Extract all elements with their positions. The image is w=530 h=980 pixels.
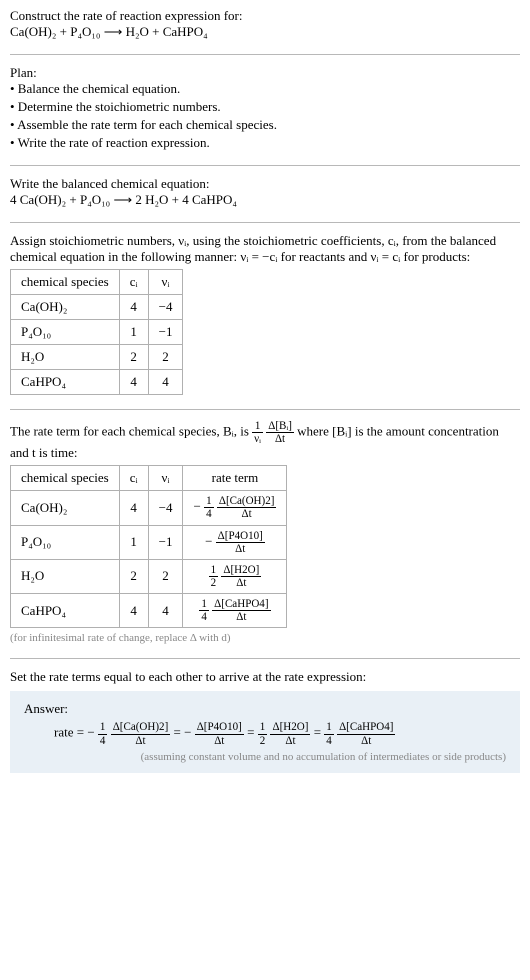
rate-footnote: (for infinitesimal rate of change, repla…: [10, 632, 520, 644]
col-header: rate term: [183, 466, 287, 491]
cell-species: Ca(OH)₂: [11, 295, 120, 320]
col-header: cᵢ: [119, 270, 148, 295]
table-row: CaHPO₄ 4 4 14 Δ[CaHPO4]Δt: [11, 594, 287, 628]
table-row: P₄O₁₀ 1 −1: [11, 320, 183, 345]
cell-species: H₂O: [11, 345, 120, 370]
cell-v: 4: [148, 594, 183, 628]
col-header: chemical species: [11, 270, 120, 295]
rate-intro: The rate term for each chemical species,…: [10, 420, 520, 461]
cell-v: 2: [148, 345, 183, 370]
plan-list: • Balance the chemical equation. • Deter…: [10, 81, 520, 151]
stoich-intro: Assign stoichiometric numbers, νᵢ, using…: [10, 233, 520, 265]
plan-section: Plan: • Balance the chemical equation. •…: [10, 65, 520, 151]
cell-c: 4: [119, 594, 148, 628]
divider: [10, 54, 520, 55]
table-row: H₂O 2 2: [11, 345, 183, 370]
header-equation: Ca(OH)₂ + P₄O₁₀ ⟶ H₂O + CaHPO₄: [10, 24, 520, 40]
divider: [10, 658, 520, 659]
rate-intro-text-1: The rate term for each chemical species,…: [10, 424, 252, 439]
balanced-equation: 4 Ca(OH)₂ + P₄O₁₀ ⟶ 2 H₂O + 4 CaHPO₄: [10, 192, 520, 208]
cell-species: P₄O₁₀: [11, 525, 120, 559]
divider: [10, 409, 520, 410]
table-row: CaHPO₄ 4 4: [11, 370, 183, 395]
cell-c: 1: [119, 525, 148, 559]
answer-equation: rate = − 14 Δ[Ca(OH)2]Δt = − Δ[P4O10]Δt …: [54, 721, 506, 746]
plan-title: Plan:: [10, 65, 520, 81]
table-row: H₂O 2 2 12 Δ[H2O]Δt: [11, 559, 287, 593]
col-header: νᵢ: [148, 466, 183, 491]
cell-c: 2: [119, 345, 148, 370]
cell-v: 4: [148, 370, 183, 395]
cell-v: −4: [148, 491, 183, 525]
answer-prefix: rate =: [54, 725, 87, 740]
answer-label: Answer:: [24, 701, 506, 717]
stoich-section: Assign stoichiometric numbers, νᵢ, using…: [10, 233, 520, 395]
rate-intro-frac-1: 1 νᵢ: [252, 420, 263, 445]
cell-species: CaHPO₄: [11, 594, 120, 628]
table-row: Ca(OH)₂ 4 −4 − 14 Δ[Ca(OH)2]Δt: [11, 491, 287, 525]
cell-v: −4: [148, 295, 183, 320]
final-section: Set the rate terms equal to each other t…: [10, 669, 520, 772]
cell-c: 2: [119, 559, 148, 593]
table-header-row: chemical species cᵢ νᵢ rate term: [11, 466, 287, 491]
header-title: Construct the rate of reaction expressio…: [10, 8, 520, 24]
cell-c: 4: [119, 491, 148, 525]
rate-intro-frac-2: Δ[Bᵢ] Δt: [266, 420, 294, 445]
table-header-row: chemical species cᵢ νᵢ: [11, 270, 183, 295]
table-row: Ca(OH)₂ 4 −4: [11, 295, 183, 320]
cell-species: CaHPO₄: [11, 370, 120, 395]
plan-item: • Write the rate of reaction expression.: [10, 135, 520, 151]
plan-item: • Determine the stoichiometric numbers.: [10, 99, 520, 115]
plan-item: • Balance the chemical equation.: [10, 81, 520, 97]
divider: [10, 222, 520, 223]
set-equal-text: Set the rate terms equal to each other t…: [10, 669, 520, 685]
cell-v: −1: [148, 525, 183, 559]
cell-c: 4: [119, 370, 148, 395]
balanced-title: Write the balanced chemical equation:: [10, 176, 520, 192]
cell-species: P₄O₁₀: [11, 320, 120, 345]
cell-species: H₂O: [11, 559, 120, 593]
answer-box: Answer: rate = − 14 Δ[Ca(OH)2]Δt = − Δ[P…: [10, 691, 520, 772]
cell-species: Ca(OH)₂: [11, 491, 120, 525]
cell-c: 4: [119, 295, 148, 320]
table-row: P₄O₁₀ 1 −1 − Δ[P4O10]Δt: [11, 525, 287, 559]
cell-v: −1: [148, 320, 183, 345]
cell-c: 1: [119, 320, 148, 345]
rate-term-section: The rate term for each chemical species,…: [10, 420, 520, 644]
stoich-table: chemical species cᵢ νᵢ Ca(OH)₂ 4 −4 P₄O₁…: [10, 269, 183, 395]
cell-rate: − Δ[P4O10]Δt: [183, 525, 287, 559]
col-header: cᵢ: [119, 466, 148, 491]
col-header: chemical species: [11, 466, 120, 491]
cell-rate: − 14 Δ[Ca(OH)2]Δt: [183, 491, 287, 525]
cell-v: 2: [148, 559, 183, 593]
header-section: Construct the rate of reaction expressio…: [10, 8, 520, 40]
col-header: νᵢ: [148, 270, 183, 295]
cell-rate: 12 Δ[H2O]Δt: [183, 559, 287, 593]
cell-rate: 14 Δ[CaHPO4]Δt: [183, 594, 287, 628]
balanced-section: Write the balanced chemical equation: 4 …: [10, 176, 520, 208]
rate-table: chemical species cᵢ νᵢ rate term Ca(OH)₂…: [10, 465, 287, 628]
plan-item: • Assemble the rate term for each chemic…: [10, 117, 520, 133]
divider: [10, 165, 520, 166]
answer-note: (assuming constant volume and no accumul…: [24, 751, 506, 763]
